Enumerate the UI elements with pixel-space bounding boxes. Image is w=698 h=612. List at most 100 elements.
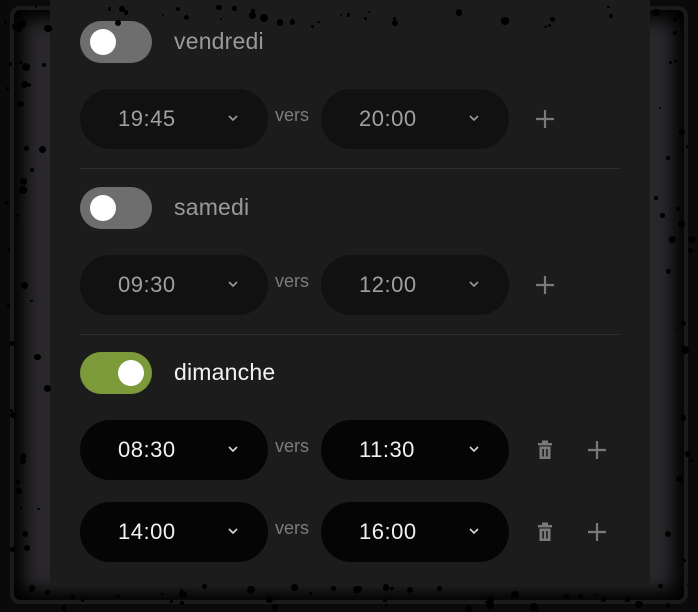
border-speck [4,86,9,91]
end-time-value: 20:00 [359,106,417,131]
border-speck [653,9,660,16]
start-time-select[interactable]: 14:00 [80,502,268,562]
end-time-value: 11:30 [359,437,415,462]
border-speck [680,321,686,327]
border-speck [308,592,312,596]
border-speck [114,19,121,26]
day-label-vendredi: vendredi [174,28,264,54]
end-time-select[interactable]: 11:30 [321,420,509,480]
border-speck [161,592,164,595]
border-speck [675,206,680,211]
day-label-samedi: samedi [174,194,250,220]
trash-icon[interactable] [530,435,560,465]
start-time-value: 09:30 [118,272,176,297]
day-toggle-vendredi[interactable] [80,21,152,63]
plus-icon[interactable] [530,104,560,134]
border-speck [367,10,370,14]
border-speck [61,605,67,611]
border-speck [390,586,394,590]
connector-label: vers [275,105,310,125]
time-slot-row: 09:30 vers 12:00 [80,255,620,315]
border-speck [363,16,368,20]
border-speck [668,236,676,243]
border-speck [672,30,677,36]
day-toggle-dimanche[interactable] [80,352,152,394]
end-time-value: 16:00 [359,519,417,544]
border-speck [665,268,671,274]
border-speck [71,595,75,599]
border-speck [625,597,630,602]
border-speck [392,19,399,26]
day-header: samedi [80,187,480,229]
border-speck [687,584,690,587]
time-slot-row: 08:30 vers 11:30 [80,420,620,480]
border-speck [680,415,687,421]
start-time-select[interactable]: 19:45 [80,89,268,149]
border-speck [688,235,696,244]
time-slot-row: 19:45 vers 20:00 [80,89,620,149]
border-speck [18,186,27,194]
border-speck [29,168,34,173]
start-time-select[interactable]: 08:30 [80,420,268,480]
chevron-down-icon [228,528,238,535]
end-time-select[interactable]: 20:00 [321,89,509,149]
border-speck [607,5,610,9]
border-speck [271,603,279,611]
day-label-dimanche: dimanche [174,359,276,385]
border-speck [21,530,29,537]
border-speck [232,6,237,11]
border-speck [7,247,11,251]
border-speck [385,603,388,607]
day-header: dimanche [80,352,480,394]
toggle-knob [118,360,144,386]
chevron-down-icon [228,281,238,288]
border-speck [578,593,584,599]
border-speck [216,4,222,11]
connector-label: vers [275,271,310,291]
start-time-value: 14:00 [118,519,176,544]
plus-icon[interactable] [530,270,560,300]
border-speck [81,599,85,603]
border-speck [17,100,24,108]
border-speck [21,62,30,71]
border-speck [176,6,181,11]
border-speck [658,107,661,110]
connector-label: vers [275,518,310,538]
border-speck [464,605,472,612]
chevron-down-icon [228,446,238,453]
border-speck [500,16,509,25]
toggle-knob [90,195,116,221]
border-speck [658,584,663,589]
day-toggle-samedi[interactable] [80,187,152,229]
border-speck [170,600,174,604]
divider [80,334,620,335]
border-speck [16,27,22,33]
end-time-select[interactable]: 12:00 [321,255,509,315]
plus-icon[interactable] [582,517,612,547]
start-time-select[interactable]: 09:30 [80,255,268,315]
border-speck [291,584,298,591]
border-speck [41,62,46,67]
end-time-value: 12:00 [359,272,417,297]
start-time-value: 08:30 [118,437,176,462]
border-speck [119,6,125,12]
chevron-down-icon [469,528,479,535]
border-speck [678,128,686,136]
toggle-knob [90,29,116,55]
border-speck [686,145,690,149]
border-speck [529,602,538,611]
border-speck [688,248,694,254]
border-speck [18,20,26,28]
border-speck [678,220,685,228]
border-speck [265,595,274,604]
border-speck [19,452,27,460]
border-speck [346,13,350,17]
border-speck [38,145,46,153]
border-speck [43,384,51,392]
border-speck [9,546,16,553]
border-speck [28,585,36,592]
border-speck [15,213,19,217]
trash-icon[interactable] [530,517,560,547]
plus-icon[interactable] [582,435,612,465]
end-time-select[interactable]: 16:00 [321,502,509,562]
